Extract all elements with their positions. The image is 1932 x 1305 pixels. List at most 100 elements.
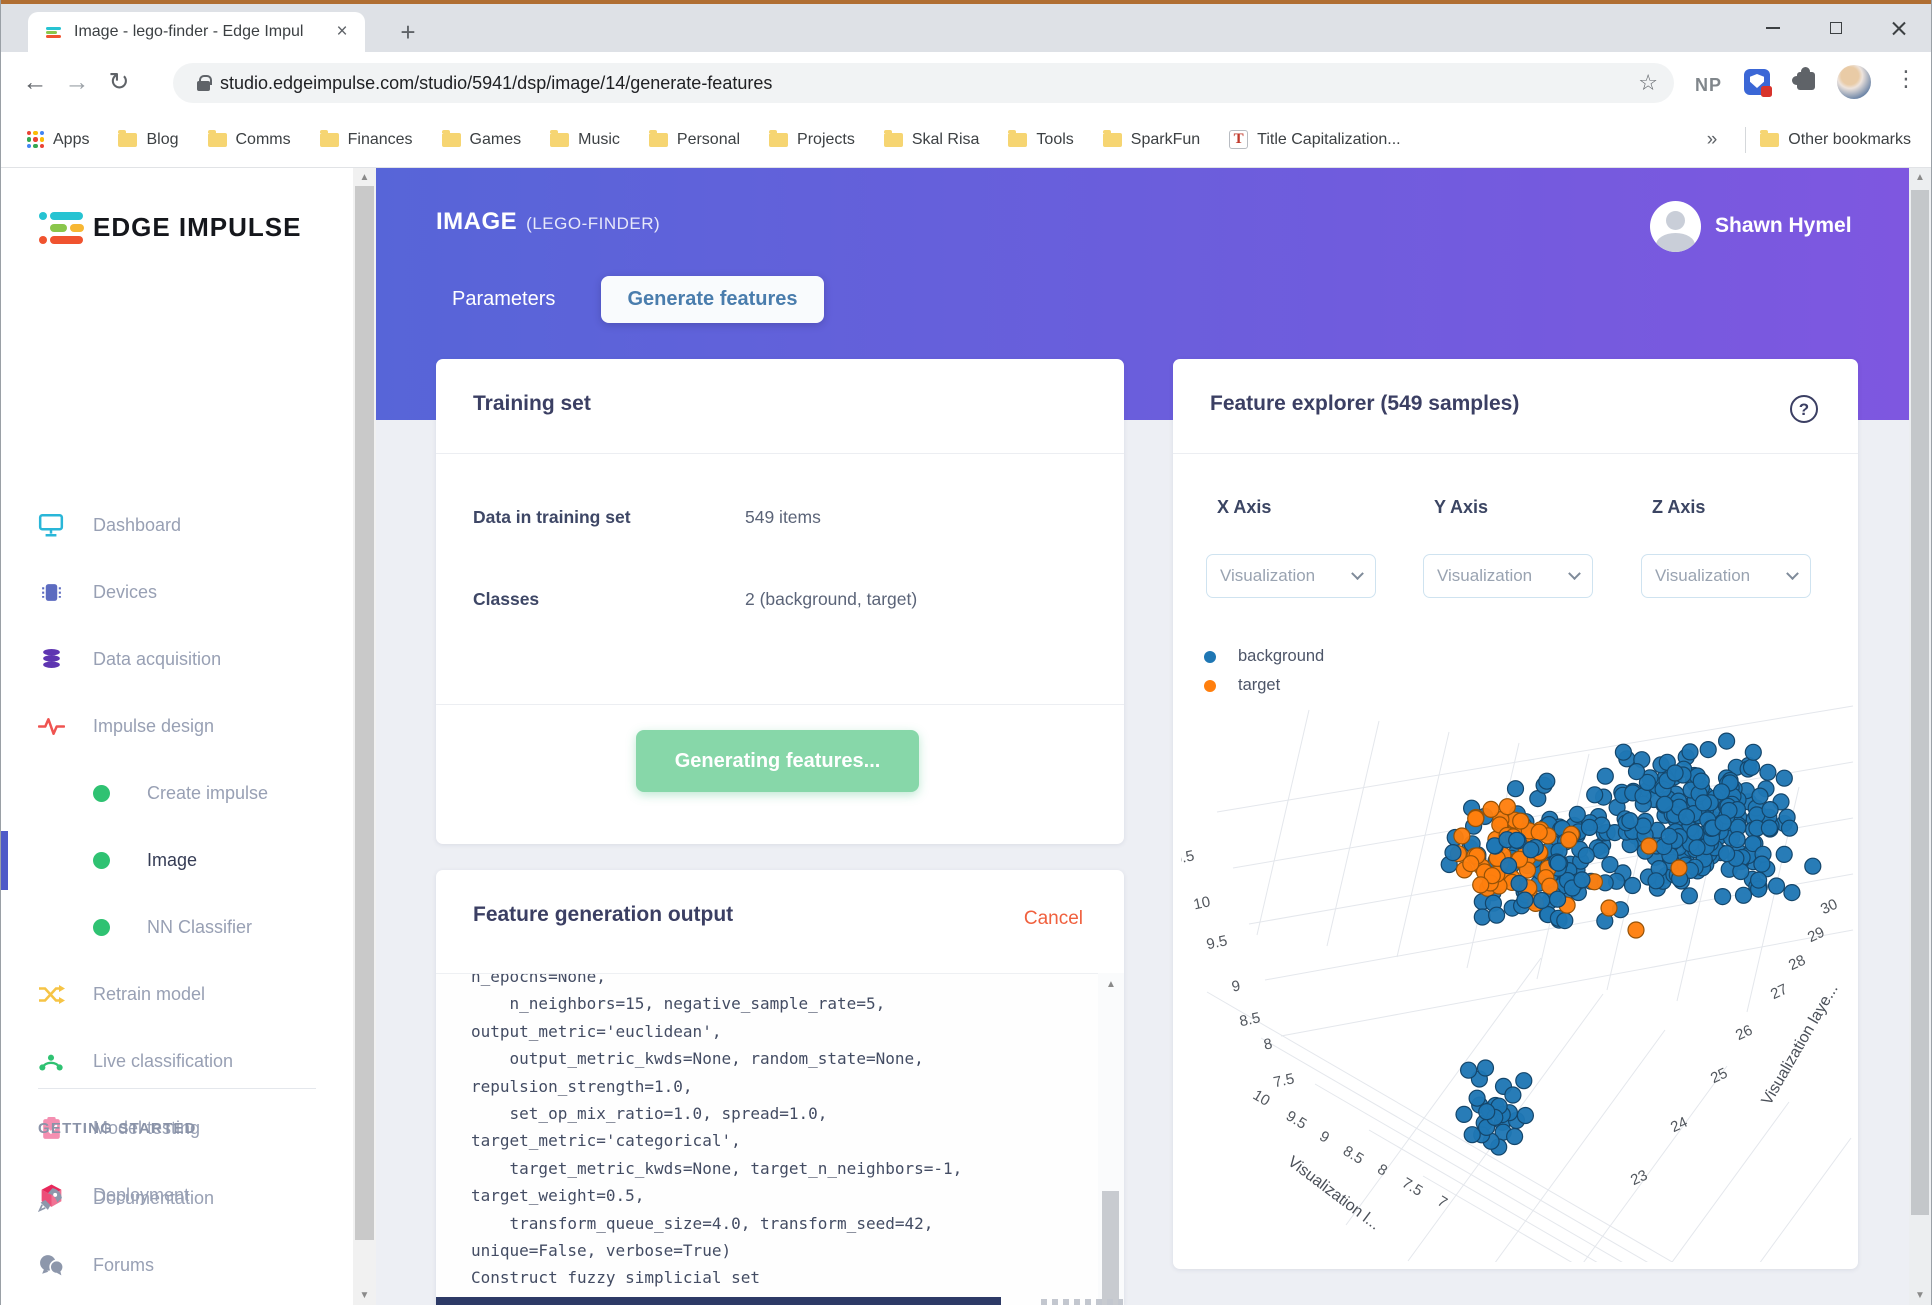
axis-select-z[interactable]: Visualization <box>1641 554 1811 598</box>
tab-parameters[interactable]: Parameters <box>428 276 579 323</box>
sidebar-item-label: Impulse design <box>93 716 215 736</box>
bookmark-item[interactable]: Music <box>550 129 620 149</box>
bookmark-item[interactable]: Games <box>441 129 522 149</box>
sidebar-item-dashboard[interactable]: Dashboard <box>1 492 353 559</box>
scatter-point <box>1728 831 1746 849</box>
scroll-up-icon[interactable]: ▲ <box>1098 979 1124 990</box>
user-avatar[interactable] <box>1650 201 1701 252</box>
axis-tick-label: 9.5 <box>1205 932 1229 953</box>
browser-profile-avatar[interactable] <box>1837 65 1871 99</box>
console-output[interactable]: n_epochs=None, n_neighbors=15, negative_… <box>436 973 1098 1305</box>
scatter-point <box>1660 827 1678 845</box>
bookmarks-overflow-chevron[interactable]: » <box>1693 129 1732 151</box>
cancel-button[interactable]: Cancel <box>1024 908 1083 930</box>
bookmark-item[interactable]: Tools <box>1008 129 1074 149</box>
bookmark-label: Games <box>469 130 522 148</box>
other-bookmarks-button[interactable]: Other bookmarks <box>1760 129 1911 149</box>
console-line: n_epochs=None, <box>471 973 606 986</box>
url-text[interactable]: studio.edgeimpulse.com/studio/5941/dsp/i… <box>220 73 1628 94</box>
scroll-down-icon[interactable]: ▼ <box>353 1290 376 1301</box>
console-clipped-line <box>436 1297 1001 1305</box>
forward-icon[interactable]: → <box>61 66 93 98</box>
scatter-point <box>1498 798 1516 816</box>
bookmark-item[interactable]: T Title Capitalization... <box>1229 130 1401 149</box>
sidebar-item-nn-classifier[interactable]: NN Classifier <box>1 894 353 961</box>
scatter-point <box>1586 786 1604 804</box>
browser-tab[interactable]: Image - lego-finder - Edge Impul × <box>28 12 365 52</box>
console-line: unique=False, verbose=True) <box>471 1241 732 1261</box>
select-value: Visualization <box>1220 566 1316 585</box>
new-tab-button[interactable]: + <box>393 18 423 48</box>
help-icon[interactable]: ? <box>1790 395 1818 423</box>
legend-item[interactable]: target <box>1204 676 1280 695</box>
scatter-point <box>1504 1086 1522 1104</box>
sidebar-item-retrain-model[interactable]: Retrain model <box>1 961 353 1028</box>
scrollbar-thumb[interactable] <box>355 186 374 1240</box>
window-close-button[interactable] <box>1876 12 1922 44</box>
back-icon[interactable]: ← <box>19 66 51 98</box>
bookmark-item[interactable]: Skal Risa <box>883 129 979 149</box>
axis-label-z: Z Axis <box>1652 497 1706 517</box>
axis-select-x[interactable]: Visualization <box>1206 554 1376 598</box>
sidebar-item-impulse-design[interactable]: Impulse design <box>1 693 353 760</box>
bookmark-item[interactable]: Apps <box>27 131 89 149</box>
training-row-label: Data in training set <box>473 507 631 527</box>
feature-scatter-plot[interactable]: 10.5109.598.587.5109.598.587.57302928272… <box>1181 700 1858 1262</box>
axis-select-y[interactable]: Visualization <box>1423 554 1593 598</box>
scroll-up-icon[interactable]: ▲ <box>353 172 376 183</box>
scatter-point <box>1780 819 1799 837</box>
scatter-point <box>1600 899 1618 917</box>
axis-tick-label: 24 <box>1668 1114 1690 1136</box>
sidebar-item-label: Data acquisition <box>93 649 222 669</box>
scatter-point <box>1453 827 1471 845</box>
sidebar-item-label: NN Classifier <box>147 917 253 937</box>
legend-dot-icon <box>1204 679 1216 692</box>
scroll-down-icon[interactable]: ▼ <box>1909 1290 1931 1301</box>
console-scrollbar[interactable]: ▲ <box>1098 973 1124 1305</box>
scrollbar-thumb[interactable] <box>1911 190 1929 1215</box>
sidebar-item-devices[interactable]: Devices <box>1 559 353 626</box>
address-bar[interactable]: studio.edgeimpulse.com/studio/5941/dsp/i… <box>173 63 1674 103</box>
scatter-point <box>1467 809 1485 828</box>
bookmark-item[interactable]: Projects <box>769 129 855 149</box>
scatter-point <box>1717 845 1736 863</box>
sidebar-item-image[interactable]: Image <box>1 827 353 894</box>
page-scrollbar[interactable]: ▲ ▼ <box>1909 168 1931 1305</box>
sidebar-item-create-impulse[interactable]: Create impulse <box>1 760 353 827</box>
tab-close-icon[interactable]: × <box>331 21 353 43</box>
sidebar-scrollbar[interactable]: ▲ ▼ <box>353 168 376 1305</box>
bookmark-item[interactable]: Blog <box>118 129 179 149</box>
sidebar-item-documentation[interactable]: Documentation <box>1 1165 353 1232</box>
padlock-icon[interactable] <box>197 75 212 91</box>
browser-menu-icon[interactable]: ⋮ <box>1895 66 1917 92</box>
bookmark-star-icon[interactable]: ☆ <box>1638 70 1658 96</box>
bookmark-item[interactable]: Personal <box>648 129 740 149</box>
sidebar-item-forums[interactable]: Forums <box>1 1232 353 1299</box>
bookmark-item[interactable]: SparkFun <box>1102 129 1201 149</box>
reload-icon[interactable]: ↻ <box>103 66 135 98</box>
scrollbar-thumb[interactable] <box>1102 1191 1119 1305</box>
legend-item[interactable]: background <box>1204 647 1324 666</box>
window-maximize-button[interactable] <box>1813 12 1859 44</box>
tab-generate-features[interactable]: Generate features <box>601 276 824 323</box>
window-minimize-button[interactable] <box>1750 12 1796 44</box>
scroll-up-icon[interactable]: ▲ <box>1909 172 1931 183</box>
sidebar-item-data-acquisition[interactable]: Data acquisition <box>1 626 353 693</box>
scatter-point <box>1508 831 1526 849</box>
bookmark-item[interactable]: Comms <box>207 129 291 149</box>
bookmark-item[interactable]: Finances <box>319 129 413 149</box>
scatter-point <box>1760 819 1779 837</box>
scatter-point <box>1686 823 1704 842</box>
scatter-point <box>1522 841 1540 859</box>
bookmark-label: SparkFun <box>1130 130 1201 148</box>
sidebar-item-live-classification[interactable]: Live classification <box>1 1028 353 1095</box>
extension-np-badge[interactable]: NP <box>1695 75 1722 96</box>
sidebar-item-label: Dashboard <box>93 515 182 535</box>
generating-features-button[interactable]: Generating features... <box>636 730 919 792</box>
axis-tick-label: 27 <box>1768 981 1790 1003</box>
extensions-puzzle-icon[interactable] <box>1792 67 1815 90</box>
status-dot-icon <box>93 919 110 936</box>
axis-tick-label: 26 <box>1733 1022 1755 1044</box>
console-line: target_weight=0.5, <box>471 1186 645 1206</box>
password-extension-icon[interactable] <box>1744 69 1772 97</box>
